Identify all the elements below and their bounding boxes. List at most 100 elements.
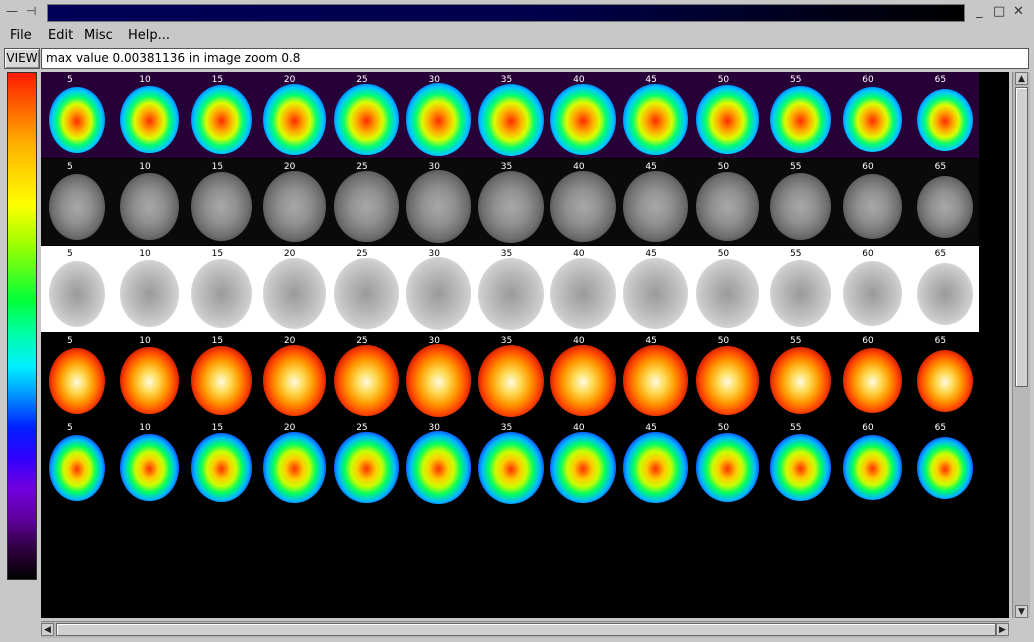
scroll-up-button[interactable]: ▲ — [1015, 72, 1028, 85]
rainbow-panel[interactable]: 5 10 15 20 25 30 35 40 45 50 55 60 65 — [41, 72, 979, 158]
brain-slice[interactable] — [262, 432, 326, 503]
brain-slice[interactable] — [623, 171, 688, 242]
brain-slice[interactable] — [120, 259, 179, 328]
brain-slice[interactable] — [696, 259, 760, 328]
brain-slice[interactable] — [623, 345, 688, 416]
brain-slice[interactable] — [623, 432, 688, 503]
close-button[interactable]: ✕ — [1013, 5, 1024, 19]
horizontal-scrollbar[interactable]: ◀ ▶ — [41, 621, 1009, 638]
brain-slice[interactable] — [120, 346, 179, 415]
menu-file[interactable]: File — [10, 28, 32, 43]
brain-slice[interactable] — [769, 173, 831, 240]
brain-slice[interactable] — [843, 87, 902, 152]
brain-slice[interactable] — [623, 84, 688, 155]
brain-slice[interactable] — [191, 432, 253, 503]
brain-slice[interactable] — [405, 83, 472, 156]
brain-slice[interactable] — [334, 344, 399, 417]
scroll-down-button[interactable]: ▼ — [1015, 605, 1028, 618]
brain-slice[interactable] — [262, 345, 326, 416]
brain-slice[interactable] — [262, 84, 326, 155]
brain-slice[interactable] — [120, 172, 179, 241]
brain-slice[interactable] — [916, 262, 973, 325]
brain-slice[interactable] — [191, 171, 253, 242]
window-menu-icon[interactable]: — — [6, 3, 18, 19]
horizontal-scroll-thumb[interactable] — [56, 623, 996, 636]
rainbow-dark-panel[interactable]: 5 10 15 20 25 30 35 40 45 50 55 60 65 — [41, 420, 979, 506]
maximize-button[interactable]: □ — [993, 5, 1005, 19]
hot-panel[interactable]: 5 10 15 20 25 30 35 40 45 50 55 60 65 — [41, 333, 979, 419]
image-canvas[interactable]: 5 10 15 20 25 30 35 40 45 50 55 60 65 5 10 15 20 25 30 35 40… — [41, 72, 1009, 618]
slice-number-label: 60 — [862, 75, 874, 85]
status-text: max value 0.00381136 in image zoom 0.8 — [41, 48, 1029, 69]
slice-number-label: 10 — [139, 336, 151, 346]
brain-slice[interactable] — [623, 258, 688, 329]
slice-number-label: 60 — [862, 162, 874, 172]
brain-slice[interactable] — [477, 257, 544, 330]
brain-slice[interactable] — [191, 258, 253, 329]
brain-slice[interactable] — [696, 346, 760, 415]
vertical-scrollbar[interactable]: ▲ ▼ — [1012, 72, 1030, 618]
view-button[interactable]: VIEW — [4, 48, 40, 69]
slice-number-label: 45 — [645, 423, 657, 433]
brain-slice[interactable] — [120, 85, 179, 154]
brain-slice[interactable] — [550, 431, 617, 504]
slice-number-label: 20 — [283, 336, 296, 346]
vertical-scroll-thumb[interactable] — [1015, 87, 1028, 387]
brain-slice[interactable] — [49, 86, 106, 153]
brain-slice[interactable] — [49, 260, 106, 327]
brain-slice[interactable] — [334, 257, 399, 330]
brain-slice[interactable] — [49, 347, 106, 414]
minimize-button[interactable]: _ — [976, 5, 983, 19]
brain-slice[interactable] — [916, 349, 973, 412]
brain-slice[interactable] — [916, 436, 973, 499]
brain-slice[interactable] — [334, 431, 399, 504]
brain-slice[interactable] — [477, 170, 544, 243]
brain-slice[interactable] — [49, 173, 106, 240]
brain-slice[interactable] — [916, 175, 973, 238]
gray-panel[interactable]: 5 10 15 20 25 30 35 40 45 50 55 60 65 — [41, 159, 979, 245]
brain-slice[interactable] — [696, 85, 760, 154]
slice-number-label: 50 — [717, 162, 730, 172]
brain-slice[interactable] — [550, 344, 617, 417]
menu-misc[interactable]: Misc — [84, 28, 113, 43]
menu-help[interactable]: Help... — [128, 28, 170, 43]
brain-slice[interactable] — [916, 88, 973, 151]
brain-slice[interactable] — [477, 431, 544, 504]
brain-slice[interactable] — [843, 435, 902, 500]
slice-number-label: 25 — [356, 336, 368, 346]
brain-slice[interactable] — [120, 433, 179, 502]
brain-slice[interactable] — [49, 434, 106, 501]
inverted-gray-panel[interactable]: 5 10 15 20 25 30 35 40 45 50 55 60 65 — [41, 246, 979, 332]
brain-slice[interactable] — [405, 431, 472, 504]
slice-number-label: 35 — [500, 423, 513, 433]
scroll-right-button[interactable]: ▶ — [996, 623, 1009, 636]
brain-slice[interactable] — [334, 170, 399, 243]
brain-slice[interactable] — [843, 174, 902, 239]
brain-slice[interactable] — [477, 83, 544, 156]
pin-icon[interactable]: ⊣ — [26, 3, 36, 19]
brain-slice[interactable] — [696, 433, 760, 502]
brain-slice[interactable] — [405, 170, 472, 243]
brain-slice[interactable] — [550, 170, 617, 243]
brain-slice[interactable] — [843, 261, 902, 326]
brain-slice[interactable] — [191, 84, 253, 155]
brain-slice[interactable] — [550, 83, 617, 156]
brain-slice[interactable] — [696, 172, 760, 241]
brain-slice[interactable] — [769, 86, 831, 153]
brain-slice[interactable] — [262, 171, 326, 242]
brain-slice[interactable] — [550, 257, 617, 330]
brain-slice[interactable] — [843, 348, 902, 413]
brain-slice[interactable] — [191, 345, 253, 416]
menu-edit[interactable]: Edit — [48, 28, 73, 43]
brain-slice[interactable] — [405, 344, 472, 417]
slice-number-label: 10 — [139, 162, 151, 172]
brain-slice[interactable] — [769, 260, 831, 327]
brain-slice[interactable] — [769, 434, 831, 501]
brain-slice[interactable] — [477, 344, 544, 417]
slice-number-label: 40 — [573, 162, 585, 172]
brain-slice[interactable] — [405, 257, 472, 330]
brain-slice[interactable] — [769, 347, 831, 414]
brain-slice[interactable] — [334, 83, 399, 156]
scroll-left-button[interactable]: ◀ — [41, 623, 54, 636]
brain-slice[interactable] — [262, 258, 326, 329]
